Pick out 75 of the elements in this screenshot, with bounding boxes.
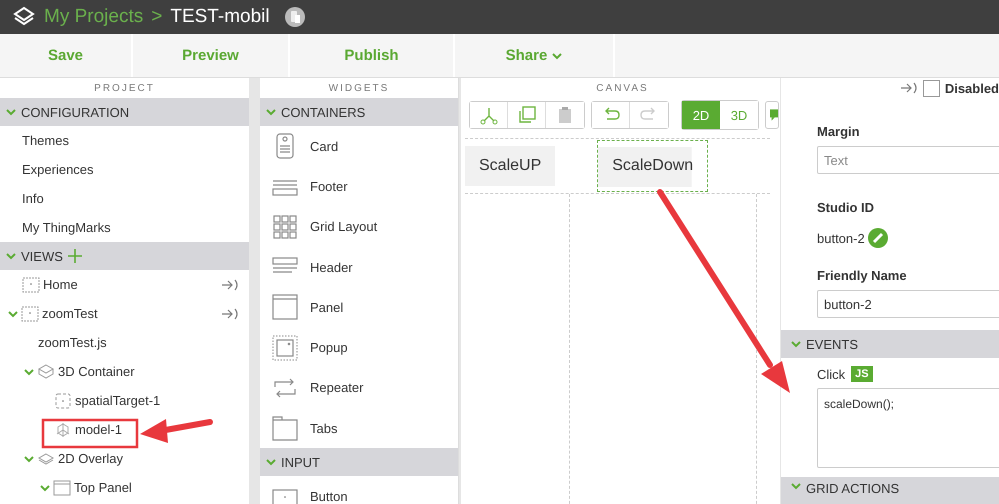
field-label: Margin	[817, 124, 861, 140]
canvas-button[interactable]: ScaleDown	[597, 140, 708, 192]
model-icon	[54, 420, 72, 438]
project-title: TEST-mobil	[170, 6, 270, 28]
chevron-down-icon[interactable]	[791, 339, 801, 349]
widget-item[interactable]: Header	[310, 260, 353, 275]
navigate-icon[interactable]	[221, 308, 239, 320]
navigate-icon[interactable]	[900, 82, 918, 94]
toolbar-button[interactable]	[765, 101, 779, 129]
edit-icon[interactable]	[868, 228, 888, 248]
checkbox[interactable]	[922, 80, 940, 96]
widget-item[interactable]: Footer	[310, 178, 348, 194]
breadcrumb-link[interactable]: My Projects	[44, 6, 144, 28]
chevron-down-icon[interactable]	[6, 107, 16, 117]
chevron-down-icon[interactable]	[266, 457, 276, 468]
widget-item[interactable]: Repeater	[310, 380, 364, 396]
device-icon[interactable]	[284, 6, 306, 28]
caret-icon	[552, 50, 562, 60]
widget-item[interactable]: Card	[310, 138, 338, 154]
tree-item[interactable]: 3D Container	[58, 364, 135, 379]
cut-icon	[478, 105, 498, 125]
checkbox-label: Disabled	[944, 80, 999, 96]
panel-icon	[272, 294, 298, 320]
section-header[interactable]: EVENTS	[806, 336, 858, 352]
view-icon	[22, 276, 40, 294]
panel-title: PROJECT	[93, 82, 156, 96]
chevron-down-icon[interactable]	[40, 482, 50, 492]
tool-button[interactable]	[470, 102, 508, 128]
add-icon[interactable]	[68, 249, 82, 263]
chevron-down-icon[interactable]	[24, 366, 34, 376]
widget-item[interactable]: Tabs	[310, 420, 338, 436]
chevron-down-icon[interactable]	[6, 251, 16, 261]
tabs-icon	[272, 415, 298, 442]
popup-icon	[272, 334, 298, 361]
tree-item[interactable]: zoomTest	[42, 306, 98, 321]
friendly-name-field[interactable]: button-2	[817, 290, 999, 318]
studio-id-value: button-2	[817, 230, 865, 246]
margin-field[interactable]: Text	[817, 146, 999, 174]
tree-item[interactable]: Top Panel	[74, 480, 132, 495]
copy-icon	[516, 105, 536, 125]
view-icon	[21, 304, 39, 322]
tree-item[interactable]: My ThingMarks	[22, 220, 111, 235]
chevron-down-icon[interactable]	[791, 481, 801, 491]
field-label: Studio ID	[817, 200, 876, 216]
panel-title: WIDGETS	[328, 82, 390, 96]
grid-icon	[272, 214, 298, 240]
comment-icon	[770, 108, 778, 122]
tree-item[interactable]: model-1	[75, 422, 122, 437]
tree-item[interactable]: zoomTest.js	[38, 335, 107, 350]
tree-item[interactable]: Home	[43, 277, 78, 292]
target-icon	[54, 392, 72, 410]
tool-button[interactable]	[592, 102, 630, 128]
tree-item[interactable]: Themes	[22, 133, 69, 148]
panel-title: CANVAS	[595, 82, 650, 96]
panel-icon	[53, 478, 71, 496]
cube-icon	[37, 362, 55, 380]
tree-item[interactable]: Info	[22, 191, 44, 206]
tree-item[interactable]: Experiences	[22, 162, 94, 177]
event-label: Click	[817, 366, 846, 382]
canvas-button[interactable]: ScaleUP	[465, 146, 556, 186]
breadcrumb-separator: >	[151, 6, 162, 28]
field-label: Friendly Name	[817, 268, 908, 284]
section-header[interactable]: INPUT	[281, 454, 320, 470]
tree-item[interactable]: 2D Overlay	[58, 451, 124, 466]
chevron-down-icon[interactable]	[24, 454, 34, 464]
widget-item[interactable]: Panel	[310, 300, 344, 315]
tree-item[interactable]: spatialTarget-1	[75, 393, 160, 408]
widget-item[interactable]: Popup	[310, 340, 348, 356]
chevron-down-icon[interactable]	[8, 308, 18, 318]
code-field[interactable]: scaleDown();	[817, 388, 999, 468]
widget-item[interactable]: Grid Layout	[310, 219, 378, 234]
chevron-down-icon[interactable]	[266, 107, 276, 117]
widget-item[interactable]: Button	[310, 489, 348, 504]
section-header[interactable]: VIEWS	[21, 248, 63, 264]
navigate-icon[interactable]	[221, 278, 239, 290]
